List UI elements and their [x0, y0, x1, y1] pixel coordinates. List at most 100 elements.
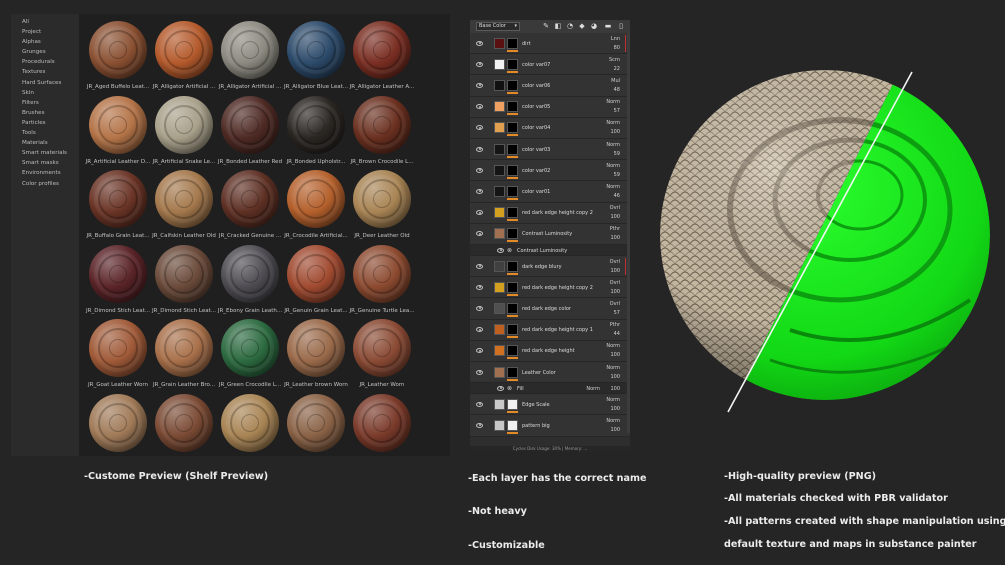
shelf-category[interactable]: Procedurals: [11, 57, 79, 67]
layer-mask-thumbnail[interactable]: [507, 58, 518, 70]
shelf-item[interactable]: JR_Genuine Turtle Lea...: [349, 238, 415, 314]
shelf-item[interactable]: JR_Aged Buffelo Leat...: [85, 14, 151, 90]
layer-opacity-value[interactable]: 59: [614, 151, 620, 157]
layer-mask-thumbnail[interactable]: [507, 398, 518, 410]
layer-mask-thumbnail[interactable]: [507, 281, 518, 293]
shelf-item[interactable]: JR_Crocodile Artificial...: [283, 163, 349, 239]
layer-opacity-value[interactable]: 59: [614, 172, 620, 178]
layer-opacity-value[interactable]: 100: [610, 352, 620, 358]
visibility-eye-icon[interactable]: [476, 263, 483, 269]
layer-blend-mode[interactable]: Norm: [606, 343, 620, 349]
layer-opacity-value[interactable]: 100: [610, 374, 620, 380]
shelf-category[interactable]: Skin: [11, 88, 79, 98]
visibility-eye-icon[interactable]: [476, 210, 483, 216]
layer-blend-mode[interactable]: Ovrl: [610, 205, 620, 211]
paint-layer-icon[interactable]: ◕: [590, 22, 598, 30]
shelf-category[interactable]: Hard Surfaces: [11, 78, 79, 88]
layer-mask-thumbnail[interactable]: [507, 122, 518, 134]
effect-icon[interactable]: ◔: [566, 22, 574, 30]
layer-blend-mode[interactable]: Norm: [606, 142, 620, 148]
layer-opacity-value[interactable]: 100: [610, 235, 620, 241]
layer-mask-thumbnail[interactable]: [507, 419, 518, 431]
layer-mask-thumbnail[interactable]: [507, 101, 518, 113]
layer-mask-thumbnail[interactable]: [507, 228, 518, 240]
layer-blend-mode[interactable]: Norm: [606, 418, 620, 424]
visibility-eye-icon[interactable]: [476, 167, 483, 173]
layer-row[interactable]: Edge Scale Norm 100: [470, 394, 630, 416]
layer-row[interactable]: red dark edge height Norm 100: [470, 340, 630, 362]
layer-row[interactable]: color var01 Norm 46: [470, 181, 630, 203]
visibility-eye-icon[interactable]: [476, 82, 483, 88]
shelf-category[interactable]: Grunges: [11, 47, 79, 57]
layer-row[interactable]: color var07 Scrn 22: [470, 54, 630, 76]
brush-icon[interactable]: ✎: [542, 22, 550, 30]
layer-opacity-value[interactable]: 100: [610, 427, 620, 433]
shelf-item[interactable]: JR_Alligator Blue Leat...: [283, 14, 349, 90]
layer-opacity-value[interactable]: 57: [614, 108, 620, 114]
layers-scrollbar[interactable]: [627, 33, 630, 433]
shelf-category[interactable]: Alphas: [11, 37, 79, 47]
layer-blend-mode[interactable]: Norm: [606, 184, 620, 190]
layer-mask-thumbnail[interactable]: [507, 185, 518, 197]
shelf-item[interactable]: JR_Dimond Stich Leat...: [85, 238, 151, 314]
folder-icon[interactable]: ▬: [604, 22, 612, 30]
layer-row[interactable]: Contrast Luminosity Pthr 100: [470, 223, 630, 245]
layer-blend-mode[interactable]: Norm: [606, 397, 620, 403]
shelf-item[interactable]: JR_Alligator Artificial ...: [217, 14, 283, 90]
layer-effect-row[interactable]: ⊗ Fill Norm 100: [470, 383, 630, 395]
layer-mask-thumbnail[interactable]: [507, 37, 518, 49]
layer-mask-thumbnail[interactable]: [507, 302, 518, 314]
trash-icon[interactable]: ▯: [617, 22, 625, 30]
layer-blend-mode[interactable]: Mul: [611, 78, 620, 84]
shelf-category[interactable]: Environments: [11, 168, 79, 178]
layer-blend-mode[interactable]: Norm: [606, 365, 620, 371]
shelf-category[interactable]: Smart masks: [11, 158, 79, 168]
shelf-item[interactable]: JR_Ebony Grain Leath...: [217, 238, 283, 314]
layer-blend-mode[interactable]: Norm: [586, 386, 600, 392]
shelf-category[interactable]: Materials: [11, 138, 79, 148]
visibility-eye-icon[interactable]: [497, 247, 504, 253]
shelf-item[interactable]: [217, 387, 283, 461]
shelf-item[interactable]: JR_Calfskin Leather Old: [151, 163, 217, 239]
shelf-item[interactable]: JR_Leather Worn: [349, 312, 415, 388]
shelf-item[interactable]: JR_Genuin Grain Leat...: [283, 238, 349, 314]
shelf-category[interactable]: Filters: [11, 98, 79, 108]
layer-row[interactable]: dark edge blury Ovrl 100: [470, 256, 630, 278]
layer-row[interactable]: color var02 Norm 59: [470, 160, 630, 182]
shelf-item[interactable]: JR_Deer Leather Old: [349, 163, 415, 239]
layer-row[interactable]: color var06 Mul 48: [470, 75, 630, 97]
layer-opacity-value[interactable]: 48: [614, 87, 620, 93]
layer-opacity-value[interactable]: 100: [610, 386, 620, 392]
shelf-item[interactable]: JR_Grain Leather Bro...: [151, 312, 217, 388]
layer-row[interactable]: red dark edge height copy 2 Ovrl 100: [470, 202, 630, 224]
shelf-category[interactable]: Particles: [11, 118, 79, 128]
layer-blend-mode[interactable]: Ovrl: [610, 259, 620, 265]
visibility-eye-icon[interactable]: [476, 327, 483, 333]
layer-row[interactable]: pattern big Norm 100: [470, 415, 630, 437]
visibility-eye-icon[interactable]: [476, 104, 483, 110]
shelf-item[interactable]: JR_Alligator Leather A...: [349, 14, 415, 90]
layer-opacity-value[interactable]: 57: [614, 310, 620, 316]
shelf-category[interactable]: Color profiles: [11, 179, 79, 189]
layer-opacity-value[interactable]: 100: [610, 289, 620, 295]
visibility-eye-icon[interactable]: [497, 385, 504, 391]
layer-mask-thumbnail[interactable]: [507, 79, 518, 91]
visibility-eye-icon[interactable]: [476, 305, 483, 311]
layer-opacity-value[interactable]: 100: [610, 406, 620, 412]
shelf-item[interactable]: JR_Bonded Upholstr...: [283, 89, 349, 165]
layer-mask-thumbnail[interactable]: [507, 143, 518, 155]
layer-mask-thumbnail[interactable]: [507, 345, 518, 357]
shelf-category[interactable]: Textures: [11, 67, 79, 77]
shelf-item[interactable]: JR_Brown Crocodile L...: [349, 89, 415, 165]
shelf-item[interactable]: JR_Artificial Snake Le...: [151, 89, 217, 165]
layer-row[interactable]: red dark edge height copy 1 Pthr 44: [470, 319, 630, 341]
shelf-item[interactable]: JR_Buffalo Grain Leat...: [85, 163, 151, 239]
layer-blend-mode[interactable]: Lnn: [611, 36, 620, 42]
layer-blend-mode[interactable]: Scrn: [609, 57, 620, 63]
layer-blend-mode[interactable]: Norm: [606, 120, 620, 126]
layer-row[interactable]: color var04 Norm 100: [470, 117, 630, 139]
layer-row[interactable]: red dark edge height copy 2 Ovrl 100: [470, 277, 630, 299]
shelf-category[interactable]: Smart materials: [11, 148, 79, 158]
fill-bucket-icon[interactable]: ◆: [578, 22, 586, 30]
layer-mask-thumbnail[interactable]: [507, 324, 518, 336]
